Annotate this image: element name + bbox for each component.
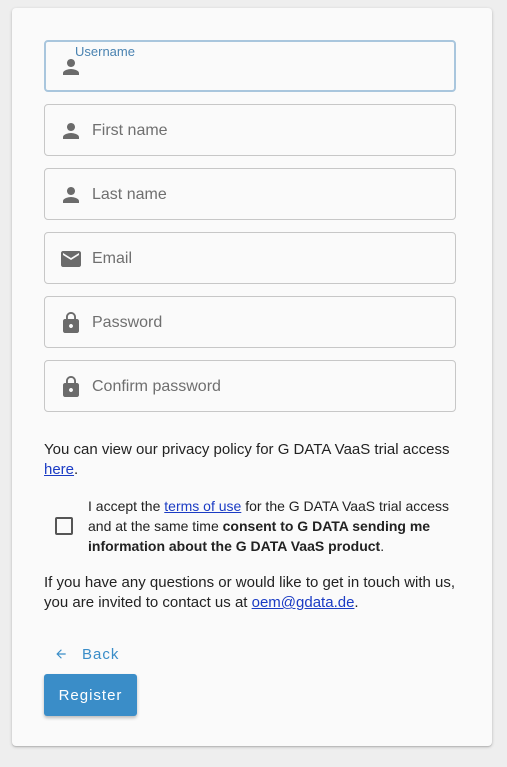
person-icon (59, 55, 83, 79)
password-placeholder: Password (92, 314, 163, 331)
privacy-text: You can view our privacy policy for G DA… (44, 441, 450, 458)
consent-checkbox[interactable] (55, 517, 73, 535)
first-name-placeholder: First name (92, 122, 168, 139)
consent-text-after: . (380, 538, 385, 554)
email-field[interactable]: Email (44, 232, 456, 284)
last-name-field[interactable]: Last name (44, 168, 456, 220)
email-placeholder: Email (92, 250, 133, 267)
confirm-password-placeholder: Confirm password (92, 378, 221, 395)
contact-text-body: If you have any questions or would like … (44, 574, 456, 611)
last-name-placeholder: Last name (92, 186, 167, 203)
terms-of-use-link[interactable]: terms of use (164, 498, 241, 514)
privacy-suffix: . (74, 461, 79, 478)
consent-label: I accept the terms of use for the G DATA… (88, 496, 468, 556)
username-field[interactable]: Username (44, 40, 456, 92)
contact-text: If you have any questions or would like … (44, 573, 464, 613)
consent-text-before: I accept the (88, 498, 165, 514)
registration-card: Username First name Last name Email Pass… (12, 8, 492, 746)
password-field[interactable]: Password (44, 296, 456, 348)
register-button[interactable]: Register (44, 674, 137, 716)
contact-suffix: . (354, 594, 359, 611)
contact-email-link[interactable]: oem@gdata.de (252, 594, 355, 611)
privacy-policy-text: You can view our privacy policy for G DA… (44, 440, 464, 480)
first-name-field[interactable]: First name (44, 104, 456, 156)
lock-icon (59, 375, 83, 399)
privacy-policy-link[interactable]: here (44, 461, 74, 478)
person-icon (59, 183, 83, 207)
confirm-password-field[interactable]: Confirm password (44, 360, 456, 412)
person-icon (59, 119, 83, 143)
mail-icon (59, 247, 83, 271)
back-button[interactable]: Back (54, 644, 119, 664)
back-label: Back (82, 645, 120, 663)
username-label: Username (75, 44, 135, 59)
lock-icon (59, 311, 83, 335)
arrow-left-icon (56, 649, 66, 659)
